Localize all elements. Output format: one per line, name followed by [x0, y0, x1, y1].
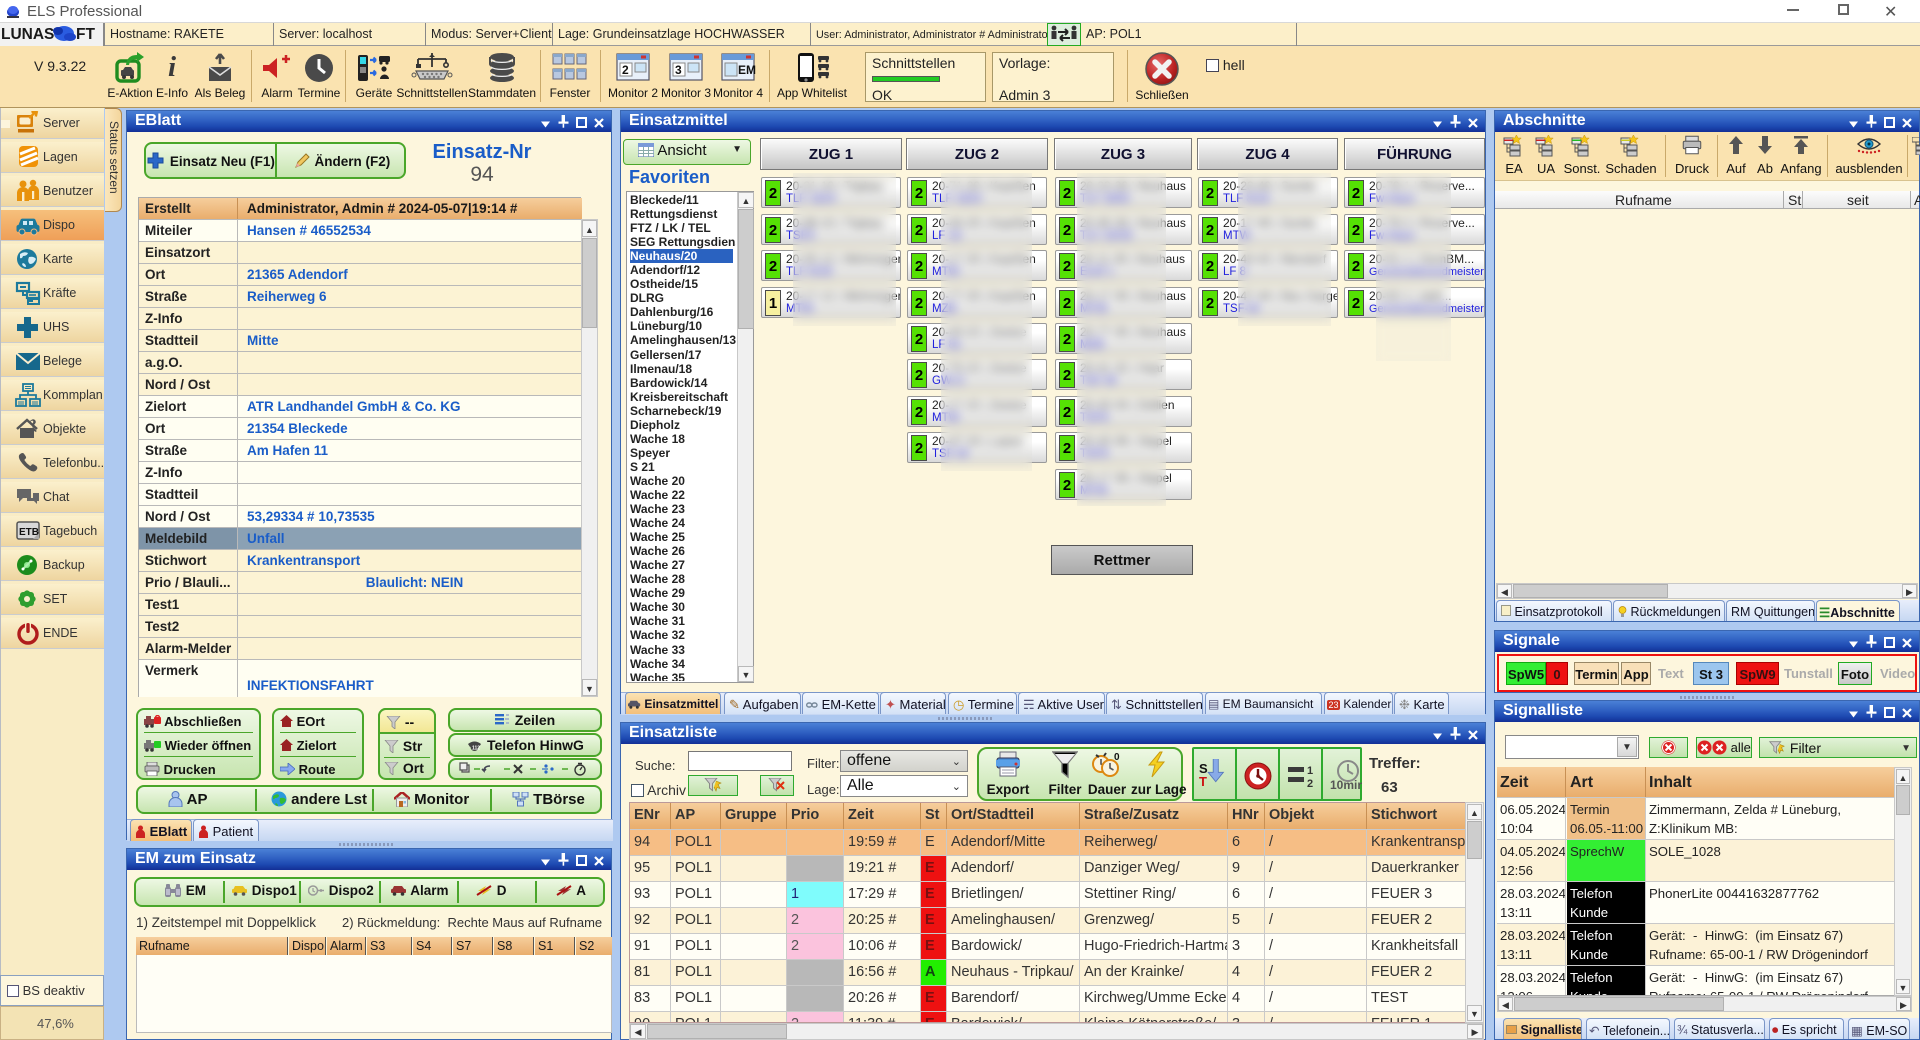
svg-text:EM: EM	[738, 63, 756, 77]
svg-text:2: 2	[1307, 778, 1313, 789]
svg-text:FT: FT	[76, 26, 95, 43]
svg-text:2: 2	[622, 63, 629, 77]
svg-text:10min: 10min	[1330, 778, 1362, 792]
svg-text:ETB: ETB	[19, 527, 39, 538]
svg-text:1: 1	[1307, 765, 1313, 777]
svg-text:LUNAS: LUNAS	[1, 26, 54, 43]
svg-text:T: T	[1199, 774, 1207, 789]
svg-text:3: 3	[675, 63, 682, 77]
svg-text:112: 112	[472, 746, 480, 752]
